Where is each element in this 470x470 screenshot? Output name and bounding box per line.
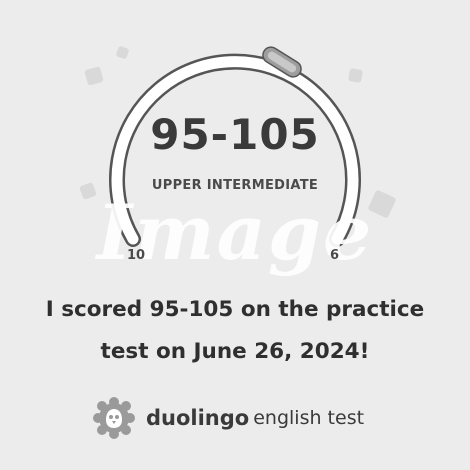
brand-product: english test	[253, 407, 365, 429]
gauge-max-label: 6	[330, 248, 340, 263]
share-message-line-2: test on June 26, 2024!	[100, 339, 370, 364]
brand-name: duolingo	[146, 406, 250, 430]
share-message-line-1: I scored 95-105 on the practice	[45, 297, 425, 322]
share-message: I scored 95-105 on the practice test on …	[0, 289, 470, 373]
duolingo-owl-icon	[93, 397, 135, 439]
score-range: 95-105	[150, 110, 320, 159]
gauge-min-label: 10	[127, 248, 146, 263]
score-card: 95-105 UPPER INTERMEDIATE Image 10 6 I s…	[0, 0, 470, 470]
image-watermark: Image	[96, 188, 374, 277]
brand-logo: duolingo english test	[92, 396, 364, 440]
